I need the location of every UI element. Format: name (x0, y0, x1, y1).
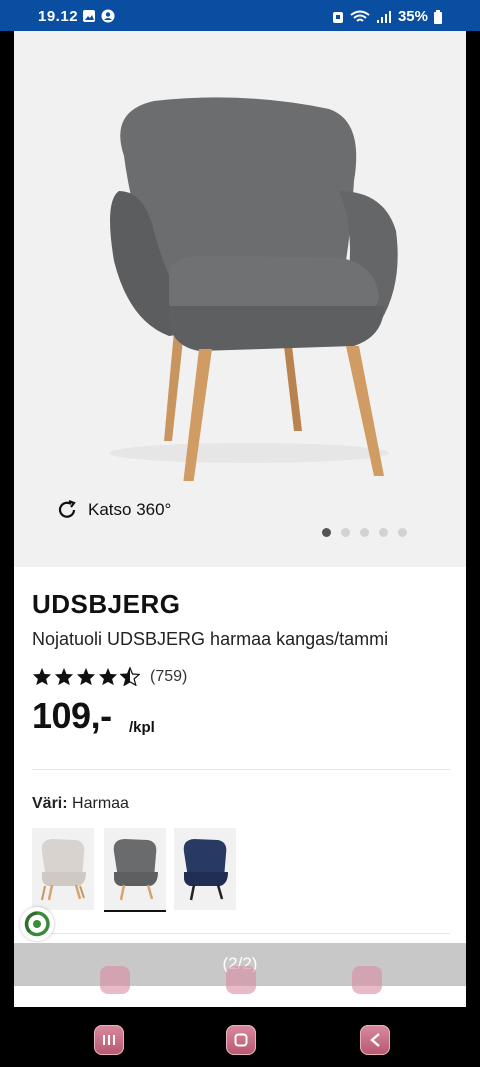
swatch-navy[interactable] (174, 828, 236, 910)
star-icon (54, 667, 74, 686)
divider (32, 769, 450, 770)
back-button[interactable] (360, 1025, 390, 1055)
overlay-recents-button[interactable] (100, 966, 130, 994)
status-time: 19.12 (38, 8, 79, 25)
divider (32, 933, 450, 934)
product-price: 109,- (32, 695, 112, 736)
status-bar: 19.12 35% (0, 0, 480, 31)
rotate-icon (58, 499, 76, 518)
wifi-icon (350, 10, 370, 22)
recycle-icon (24, 911, 50, 937)
home-icon (234, 1033, 248, 1047)
product-description: Nojatuoli UDSBJERG harmaa kangas/tammi (32, 629, 389, 649)
product-rating[interactable]: (759) (32, 667, 187, 686)
product-page: Katso 360° UDSBJERG Nojatuoli UDSBJERG h… (14, 31, 466, 1007)
star-icon (98, 667, 118, 686)
rating-count: (759) (150, 667, 188, 685)
swatch-beige[interactable] (32, 828, 94, 910)
color-label: Väri: (32, 795, 68, 812)
recycle-badge[interactable] (20, 907, 54, 941)
chair-image (109, 97, 398, 481)
pagination-dot[interactable] (341, 528, 350, 537)
product-name: UDSBJERG (32, 589, 181, 619)
pagination-dot[interactable] (379, 528, 388, 537)
navy-chair-thumbnail (183, 839, 228, 901)
battery-text: 35% (397, 8, 428, 25)
beige-chair-thumbnail (41, 839, 86, 901)
recents-button[interactable] (94, 1025, 124, 1055)
star-icon (32, 667, 52, 686)
home-button[interactable] (226, 1025, 256, 1055)
view-360-button[interactable]: Katso 360° (56, 499, 171, 521)
half-star-icon (120, 667, 140, 686)
pagination-dot[interactable] (360, 528, 369, 537)
price-unit: /kpl (129, 719, 155, 736)
pagination-dot[interactable] (398, 528, 407, 537)
star-icon (76, 667, 96, 686)
alarm-icon (332, 11, 343, 23)
color-value: Harmaa (72, 795, 129, 812)
back-icon (370, 1033, 380, 1047)
product-gallery[interactable]: Katso 360° (14, 31, 466, 567)
recents-icon (103, 1035, 115, 1045)
grey-chair-thumbnail (113, 839, 158, 901)
gallery-pagination (322, 528, 407, 537)
overlay-back-button[interactable] (352, 966, 382, 994)
overlay-home-button[interactable] (226, 966, 256, 994)
navigation-bar (0, 1007, 480, 1067)
gallery-icon (83, 10, 95, 22)
color-selector-label: Väri: Harmaa (32, 795, 129, 813)
view-360-label: Katso 360° (88, 500, 172, 519)
pagination-dot[interactable] (322, 528, 331, 537)
swatch-grey[interactable] (104, 828, 166, 912)
account-icon (101, 9, 115, 23)
signal-icon (376, 10, 391, 23)
battery-icon (434, 9, 442, 24)
